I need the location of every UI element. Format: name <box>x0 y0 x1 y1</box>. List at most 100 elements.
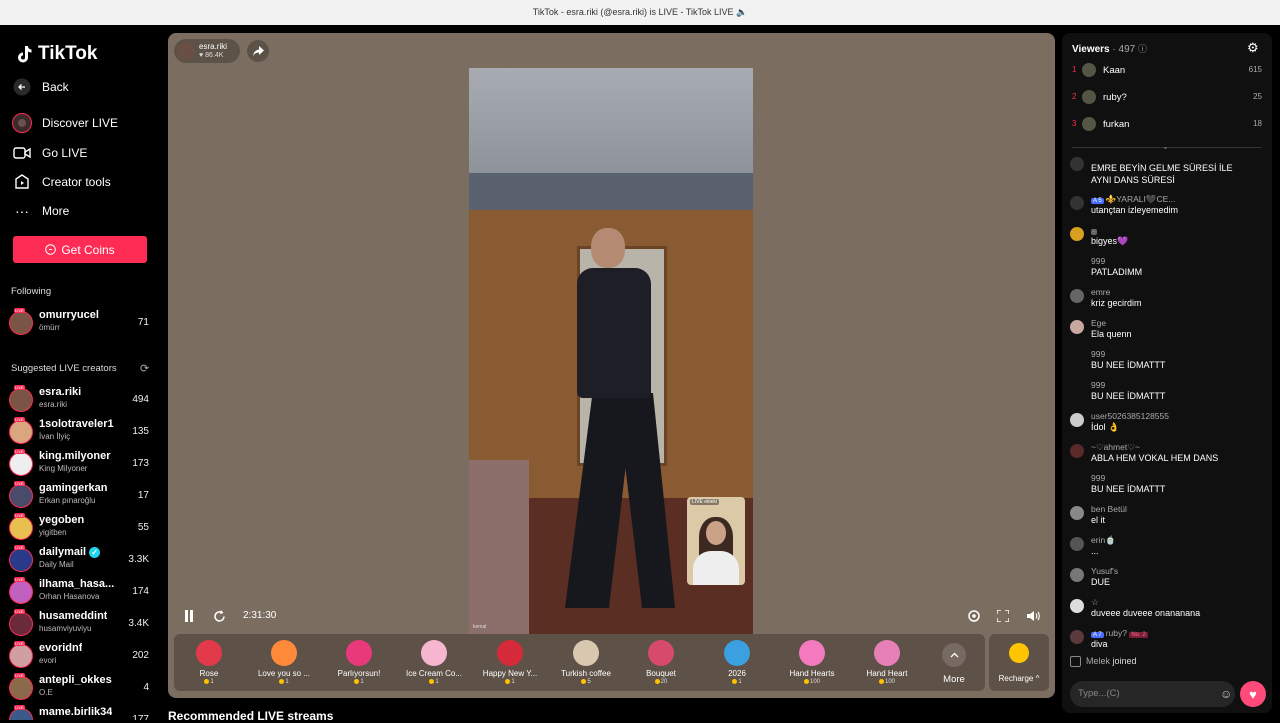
suggested-creator[interactable]: LIVE king.milyoner King Milyoner 173 <box>9 449 151 478</box>
gift-price: 5 <box>551 679 621 685</box>
avatar <box>1070 444 1084 458</box>
following-creator-omurryucel[interactable]: LIVE omurryucel ömürr 71 <box>9 308 151 337</box>
recommended-title: Recommended LIVE streams <box>168 709 334 723</box>
refresh-icon <box>213 609 225 622</box>
gift-name: Bouquet <box>646 669 676 678</box>
gift-item[interactable]: Hand Heart 100 <box>852 638 922 690</box>
chat-text: kriz gecirdim <box>1091 298 1142 308</box>
gift-item[interactable]: Parlıyorsun! 1 <box>324 638 394 690</box>
suggested-creator[interactable]: LIVE dailymail ✓ Daily Mail 3.3K <box>9 545 151 574</box>
nav-more-label: More <box>42 204 70 218</box>
fullscreen-button[interactable] <box>993 606 1013 626</box>
share-button[interactable] <box>247 40 269 62</box>
emoji-icon[interactable]: ☺ <box>1220 687 1232 701</box>
chat-user-name: ⚜️YARALI🖤CE... <box>1105 194 1176 204</box>
gift-price: 100 <box>777 679 847 685</box>
nav-discover-live[interactable]: Discover LIVE <box>12 113 118 133</box>
avatar <box>1070 351 1084 365</box>
host-info[interactable]: esra.riki ♥ 86.4K <box>174 39 240 63</box>
avatar <box>1070 196 1084 210</box>
gift-item[interactable]: Hand Hearts 100 <box>777 638 847 690</box>
level-badge: A 7 <box>1091 632 1104 638</box>
info-icon[interactable]: ⓘ <box>1138 44 1147 54</box>
suggested-creator[interactable]: LIVE esra.riki esra.riki 494 <box>9 385 151 414</box>
gift-item[interactable]: Bouquet 20 <box>626 638 696 690</box>
recharge-button[interactable]: Recharge ^ <box>989 634 1049 691</box>
chat-user: erin🍵 <box>1091 535 1116 545</box>
chat-user: ben Betül <box>1091 504 1127 514</box>
creator-name: 1solotraveler1 <box>39 418 114 430</box>
refresh-icon[interactable]: ⟳ <box>140 362 149 375</box>
avatar <box>9 548 33 572</box>
discover-live-icon <box>12 113 32 133</box>
gift-item[interactable]: Happy New Y... 1 <box>475 638 545 690</box>
creator-name: yegoben <box>39 514 85 526</box>
tiktok-logo[interactable]: TikTok <box>14 43 97 65</box>
suggested-creator[interactable]: LIVE 1solotraveler1 İvan İlyiç 135 <box>9 417 151 446</box>
nav-back[interactable]: Back <box>12 77 69 97</box>
suggested-creator[interactable]: LIVE antepli_okkes O.E 4 <box>9 673 151 702</box>
nav-more[interactable]: ··· More <box>12 201 69 221</box>
top-viewer[interactable]: 1 Kaan 615 <box>1072 62 1262 80</box>
live-player[interactable]: esra.riki ♥ 86.4K LIVE ekleki kemal 2:31… <box>168 33 1055 698</box>
chat-text: EMRE BEYİN GELME SÜRESİ İLE <box>1091 163 1233 173</box>
gift-item[interactable]: 2026 1 <box>702 638 772 690</box>
gift-price: 20 <box>626 679 696 685</box>
avatar <box>1082 117 1096 131</box>
get-coins-button[interactable]: Get Coins <box>13 236 147 263</box>
nav-go-live[interactable]: Go LIVE <box>12 143 87 163</box>
video-frame[interactable]: LIVE ekleki kemal <box>469 68 753 634</box>
join-icon <box>1070 656 1081 667</box>
suggested-creator[interactable]: LIVE mame.birlik34 177 <box>9 705 151 720</box>
settings-button[interactable] <box>964 606 984 626</box>
viewer-rank: 3 <box>1072 119 1077 128</box>
rank-badge: No. 2 <box>1129 632 1148 638</box>
creator-sub: Daily Mail <box>39 560 74 569</box>
viewer-count: 55 <box>137 522 149 533</box>
coin-icon <box>505 679 511 684</box>
creator-sub: King Milyoner <box>39 464 88 473</box>
gift-item[interactable]: Rose 1 <box>174 638 244 690</box>
viewers-header[interactable]: Viewers · 497 ⓘ <box>1072 42 1147 55</box>
gift-item[interactable]: Ice Cream Co... 1 <box>399 638 469 690</box>
gift-name: Happy New Y... <box>482 669 538 678</box>
suggested-creator[interactable]: LIVE yegoben yigitben 55 <box>9 513 151 542</box>
creator-name: gamingerkan <box>39 482 108 494</box>
nav-creator-tools[interactable]: Creator tools <box>12 172 111 192</box>
top-viewer[interactable]: 2 ruby? 25 <box>1072 89 1262 107</box>
more-gifts-button[interactable] <box>942 643 966 667</box>
pause-button[interactable] <box>179 606 199 626</box>
suggested-creator[interactable]: LIVE ilhama_hasa... Orhan Hasanova 174 <box>9 577 151 606</box>
gift-icon <box>421 640 447 666</box>
creator-name: antepli_okkes <box>39 674 112 686</box>
suggested-creator[interactable]: LIVE evoridnf evori 202 <box>9 641 151 670</box>
guest-pip-video[interactable]: LIVE ekleki <box>687 497 745 585</box>
avatar <box>1070 506 1084 520</box>
viewer-count: 494 <box>132 394 149 405</box>
top-viewer[interactable]: 3 furkan 18 <box>1072 116 1262 134</box>
suggested-creator[interactable]: LIVE husameddint husamviyuviyu 3.4K <box>9 609 151 638</box>
refresh-button[interactable] <box>209 606 229 626</box>
gift-item[interactable]: Turkish coffee 5 <box>551 638 621 690</box>
avatar <box>9 516 33 540</box>
creator-sub: Orhan Hasanova <box>39 592 100 601</box>
gift-icon <box>799 640 825 666</box>
viewer-score: 615 <box>1248 65 1262 74</box>
chat-text: DUE <box>1091 577 1111 587</box>
volume-button[interactable] <box>1023 606 1043 626</box>
chat-text: BU NEE İDMATTT <box>1091 391 1166 401</box>
chat-input[interactable]: Type...(C) <box>1070 681 1235 707</box>
gift-price: 1 <box>399 679 469 685</box>
creator-sub: husamviyuviyu <box>39 624 92 633</box>
gear-icon[interactable]: ⚙ <box>1247 40 1259 56</box>
live-badge: LIVE <box>14 513 25 518</box>
avatar <box>1082 90 1096 104</box>
video-scene-bed <box>469 460 529 634</box>
creator-sub: Erkan pınaroğlu <box>39 496 96 505</box>
viewer-name: Kaan <box>1103 65 1126 76</box>
gift-price-value: 1 <box>360 679 364 686</box>
chevron-down-icon[interactable]: ⌄ <box>1162 142 1169 151</box>
suggested-creator[interactable]: LIVE gamingerkan Erkan pınaroğlu 17 <box>9 481 151 510</box>
gift-item[interactable]: Love you so ... 1 <box>249 638 319 690</box>
like-button[interactable]: ♥ <box>1240 681 1266 707</box>
